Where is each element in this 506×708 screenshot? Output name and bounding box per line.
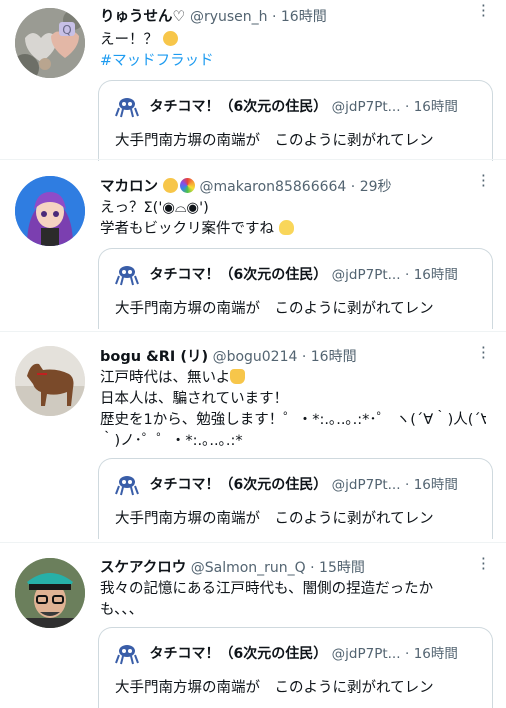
tweet-line: えっ？Σ('◉⌓◉') xyxy=(100,200,209,216)
separator-dot: · xyxy=(301,349,307,365)
tweet-text: 我々の記憶にある江戸時代も、闇側の捏造だったか も、、、 xyxy=(100,579,486,621)
user-handle[interactable]: @bogu0214 xyxy=(213,349,298,365)
tweet-line: ｀)ノ･゜゜・*:.｡..｡.:* xyxy=(100,433,243,449)
avatar[interactable] xyxy=(15,558,85,628)
quoted-tweet[interactable]: タチコマ！（6次元の住民） @jdP7Pt... · 16時間 大手門南方塀の南… xyxy=(98,458,493,539)
timestamp[interactable]: 16時間 xyxy=(311,349,357,365)
tweet-text: 江戸時代は、無いよ 日本人は、騙されています！ 歴史を1から、勉強します！゜・*… xyxy=(100,368,486,452)
avatar[interactable]: Q xyxy=(15,8,85,78)
quoted-tweet-text: 大手門南方塀の南端が このように剥がれてレン xyxy=(115,680,434,696)
quoted-tweet[interactable]: タチコマ！（6次元の住民） @jdP7Pt... · 16時間 大手門南方塀の南… xyxy=(98,627,493,708)
user-handle[interactable]: @Salmon_run_Q xyxy=(191,560,306,576)
lightbulb-icon xyxy=(278,220,294,235)
quoted-tweet-text: 大手門南方塀の南端が このように剥がれてレン xyxy=(115,511,434,527)
tweet-line: 学者もビックリ案件ですね xyxy=(100,221,274,237)
more-options-icon[interactable]: · · · xyxy=(481,340,486,366)
display-name[interactable]: りゅうせん♡ xyxy=(100,9,186,25)
victory-hand-icon xyxy=(230,369,246,384)
separator-dot: · xyxy=(404,646,410,662)
quoted-tweet-header: タチコマ！（6次元の住民） @jdP7Pt... · 16時間 xyxy=(115,263,458,286)
more-options-icon[interactable]: · · · xyxy=(481,168,486,194)
quoted-user-handle: @jdP7Pt... xyxy=(331,267,401,283)
robot-avatar-icon xyxy=(115,476,139,496)
quoted-tweet-header: タチコマ！（6次元の住民） @jdP7Pt... · 16時間 xyxy=(115,642,458,665)
tweet-line: えー！？ xyxy=(100,32,158,48)
separator-dot: · xyxy=(404,267,410,283)
quoted-user-handle: @jdP7Pt... xyxy=(331,646,401,662)
avatar-image xyxy=(15,176,85,246)
avatar-image xyxy=(15,346,85,416)
tweet[interactable]: Q りゅうせん♡ @ryusen_h · 16時間 · · · えー！？ #マッドフ… xyxy=(0,0,506,161)
tweet-line: 日本人は、騙されています！ xyxy=(100,391,289,407)
tweet[interactable]: bogu &RI (リ) @bogu0214 · 16時間 · · · 江戸時代は、… xyxy=(0,340,506,542)
tweet-header: スケアクロウ @Salmon_run_Q · 15時間 xyxy=(100,557,470,579)
angel-face-icon xyxy=(163,178,179,193)
display-name[interactable]: スケアクロウ xyxy=(100,560,186,576)
rainbow-icon xyxy=(180,178,196,193)
tweet-header: マカロン @makaron85866664 · 29秒 xyxy=(100,176,470,198)
separator-dot: · xyxy=(404,477,410,493)
avatar-image: Q xyxy=(15,8,85,78)
tweet-header: りゅうせん♡ @ryusen_h · 16時間 xyxy=(100,6,470,28)
separator-dot: · xyxy=(404,99,410,115)
quoted-display-name: タチコマ！（6次元の住民） xyxy=(149,646,328,662)
tweet-line: も、、、 xyxy=(100,602,144,618)
timestamp[interactable]: 16時間 xyxy=(281,9,327,25)
quoted-timestamp: 16時間 xyxy=(413,477,458,493)
display-name[interactable]: マカロン xyxy=(100,178,196,195)
divider xyxy=(0,542,506,543)
avatar[interactable] xyxy=(15,346,85,416)
tweet-header: bogu &RI (リ) @bogu0214 · 16時間 xyxy=(100,346,470,368)
quoted-tweet-text: 大手門南方塀の南端が このように剥がれてレン xyxy=(115,301,434,317)
avatar[interactable] xyxy=(15,176,85,246)
user-handle[interactable]: @ryusen_h xyxy=(190,9,268,25)
svg-text:Q: Q xyxy=(62,23,71,37)
tweet[interactable]: マカロン @makaron85866664 · 29秒 · · · えっ？Σ('◉⌓… xyxy=(0,168,506,330)
quoted-display-name: タチコマ！（6次元の住民） xyxy=(149,99,328,115)
thinking-face-icon xyxy=(162,31,178,46)
divider xyxy=(0,331,506,332)
quoted-tweet-header: タチコマ！（6次元の住民） @jdP7Pt... · 16時間 xyxy=(115,95,458,118)
tweet-line: 江戸時代は、無いよ xyxy=(100,370,231,386)
robot-avatar-icon xyxy=(115,645,139,665)
timestamp[interactable]: 15時間 xyxy=(319,560,365,576)
tweet[interactable]: スケアクロウ @Salmon_run_Q · 15時間 · · · 我々の記憶にある… xyxy=(0,551,506,708)
divider xyxy=(0,159,506,160)
tweet-text: えー！？ #マッドフラッド xyxy=(100,30,486,72)
quoted-user-handle: @jdP7Pt... xyxy=(331,99,401,115)
more-options-icon[interactable]: · · · xyxy=(481,0,486,24)
separator-dot: · xyxy=(350,179,356,195)
quoted-tweet-text: 大手門南方塀の南端が このように剥がれてレン xyxy=(115,133,434,149)
user-handle[interactable]: @makaron85866664 xyxy=(200,179,347,195)
display-name[interactable]: bogu &RI (リ) xyxy=(100,349,208,365)
robot-avatar-icon xyxy=(115,266,139,286)
quoted-timestamp: 16時間 xyxy=(413,267,458,283)
tweet-text: えっ？Σ('◉⌓◉') 学者もビックリ案件ですね xyxy=(100,198,486,240)
quoted-display-name: タチコマ！（6次元の住民） xyxy=(149,477,328,493)
timeline-feed: Q りゅうせん♡ @ryusen_h · 16時間 · · · えー！？ #マッドフ… xyxy=(0,0,506,708)
quoted-user-handle: @jdP7Pt... xyxy=(331,477,401,493)
quoted-timestamp: 16時間 xyxy=(413,99,458,115)
more-options-icon[interactable]: · · · xyxy=(481,551,486,577)
quoted-display-name: タチコマ！（6次元の住民） xyxy=(149,267,328,283)
avatar-image xyxy=(15,558,85,628)
quoted-tweet[interactable]: タチコマ！（6次元の住民） @jdP7Pt... · 16時間 大手門南方塀の南… xyxy=(98,248,493,329)
hashtag-link[interactable]: #マッドフラッド xyxy=(100,53,214,69)
quoted-tweet-header: タチコマ！（6次元の住民） @jdP7Pt... · 16時間 xyxy=(115,473,458,496)
quoted-tweet[interactable]: タチコマ！（6次元の住民） @jdP7Pt... · 16時間 大手門南方塀の南… xyxy=(98,80,493,161)
timestamp[interactable]: 29秒 xyxy=(360,179,392,195)
tweet-line: 我々の記憶にある江戸時代も、闇側の捏造だったか xyxy=(100,581,434,597)
quoted-timestamp: 16時間 xyxy=(413,646,458,662)
robot-avatar-icon xyxy=(115,98,139,118)
separator-dot: · xyxy=(310,560,315,576)
tweet-line: 歴史を1から、勉強します！゜・*:.｡..｡.:*･゜ ヽ(´∀｀)人(´∀ xyxy=(100,412,486,428)
separator-dot: · xyxy=(271,9,277,25)
